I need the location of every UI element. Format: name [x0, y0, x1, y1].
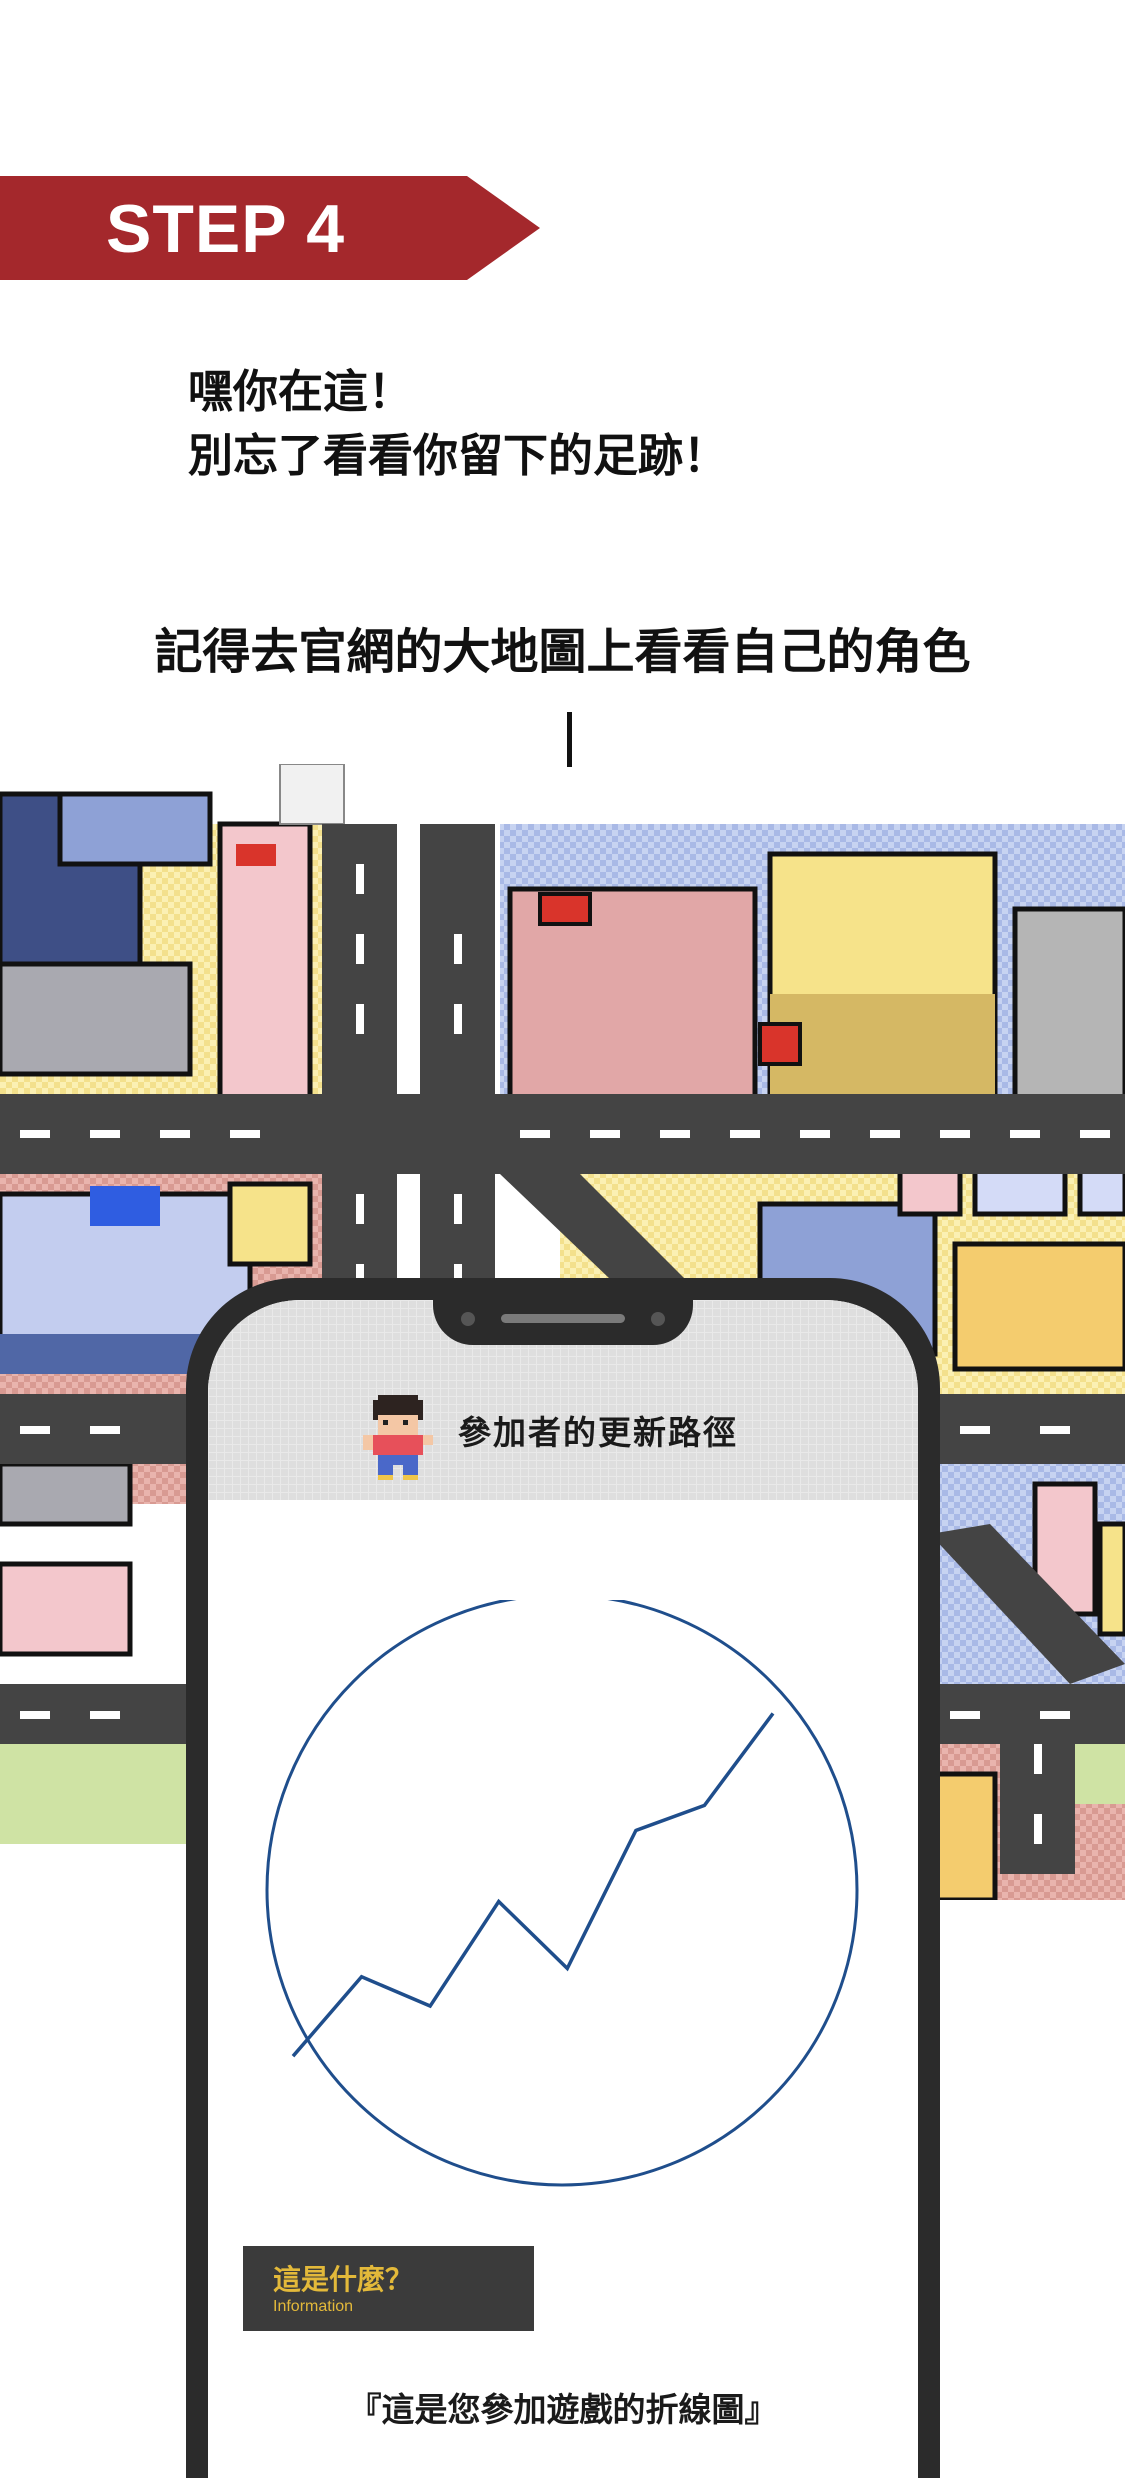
info-title: 這是什麼？: [273, 2258, 413, 2298]
divider-line: [567, 712, 572, 767]
step-label: STEP 4: [106, 190, 345, 268]
speaker-icon: [501, 1314, 625, 1323]
participation-line-chart: [208, 1600, 918, 2220]
intro-line-1: 嘿你在這！: [188, 360, 728, 424]
camera-icon: [461, 1312, 475, 1326]
pixel-character-avatar-icon: [358, 1390, 438, 1480]
reminder-text: 記得去官網的大地圖上看看自己的角色: [0, 612, 1125, 682]
screen-title: 參加者的更新路徑: [458, 1406, 738, 1454]
chart-caption: 『這是您參加遊戲的折線圖』: [186, 2383, 940, 2431]
step-banner: STEP 4: [0, 176, 540, 280]
info-subtitle: Information: [273, 2298, 353, 2316]
intro-text: 嘿你在這！ 別忘了看看你留下的足跡！: [188, 360, 728, 488]
phone-notch: [433, 1300, 693, 1345]
chart-series-line: [293, 1713, 773, 2056]
information-button[interactable]: 這是什麼？ Information: [243, 2246, 534, 2331]
sensor-icon: [651, 1312, 665, 1326]
intro-line-2: 別忘了看看你留下的足跡！: [188, 424, 728, 488]
chart-circle-frame: [267, 1600, 857, 2185]
